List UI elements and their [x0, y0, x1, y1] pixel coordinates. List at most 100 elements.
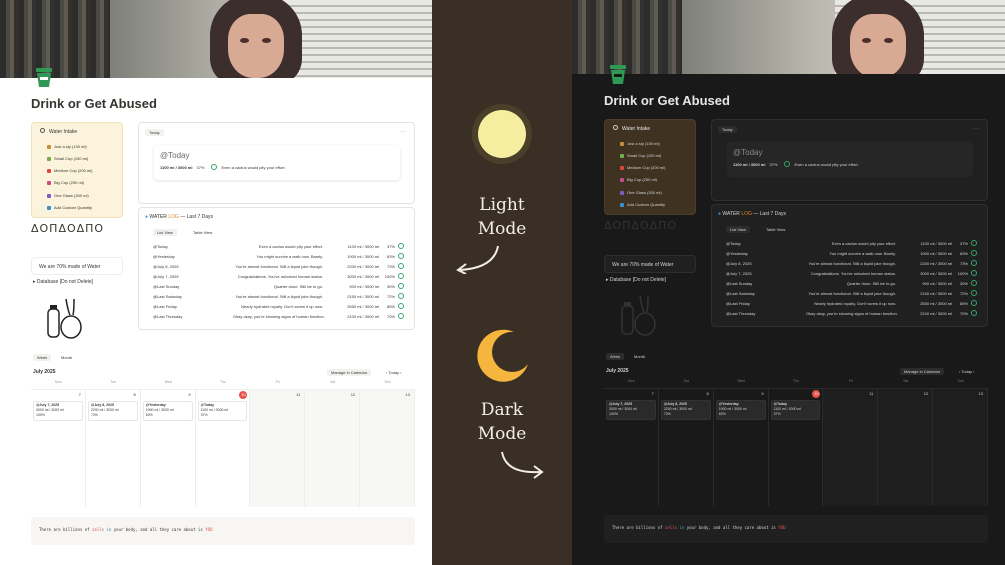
eye-icon	[240, 38, 249, 43]
water-drop-icon: ●	[145, 214, 149, 220]
tab-table-view[interactable]: Table View	[193, 230, 212, 235]
day-cell[interactable]: 9 @Yesterday 1900 ml / 3000 ml 63%	[713, 388, 769, 506]
intake-button-glass[interactable]: One Glass (300 ml)	[47, 193, 89, 198]
intake-button-small[interactable]: Small Cup (150 ml)	[620, 153, 661, 158]
intake-button-small[interactable]: Small Cup (150 ml)	[47, 156, 88, 161]
list-item[interactable]: @Last Sunday Quarter done. Still far to g…	[726, 278, 977, 288]
calendar-event[interactable]: @July 8, 2025 2200 ml / 3000 ml 73%	[87, 401, 138, 421]
doodle-border: ΔΟΠΔΟΔΠΟ	[31, 222, 105, 235]
dark-mode-label: Dark Mode	[477, 400, 527, 444]
today-entry[interactable]: @Today 1100 ml / 3000 ml 37% Even a cact…	[727, 142, 973, 177]
quote-block: There are billions of cells in your body…	[604, 515, 988, 543]
day-cell[interactable]: 9 @Yesterday 1900 ml / 3000 ml 63%	[140, 389, 196, 507]
list-item[interactable]: @Last Thursday Okay okay, you're showing …	[153, 311, 404, 321]
water-cup-icon[interactable]	[34, 66, 54, 88]
calendar-month: July 2025	[606, 368, 629, 374]
day-cell[interactable]: 13	[933, 388, 988, 506]
moon-icon	[477, 329, 528, 382]
progress-ring-icon	[971, 260, 977, 266]
water-intake-title: Water Intake	[613, 125, 650, 132]
intake-button-custom[interactable]: Add Custom Quantity	[47, 205, 92, 210]
calendar-event[interactable]: @July 7, 2025 3000 ml / 3000 ml 100%	[606, 400, 656, 420]
day-cell[interactable]: 12	[878, 388, 934, 506]
weekday-header: Mon Tue Wed Thu Fri Sat Sun	[628, 379, 964, 383]
day-cell[interactable]: 8 @July 8, 2025 2200 ml / 3000 ml 73%	[658, 388, 714, 506]
today-chip[interactable]: Today	[145, 129, 164, 136]
anime-girl-face	[850, 14, 906, 74]
calendar-event[interactable]: @Today 1100 ml / 3000 ml 37%	[770, 400, 821, 420]
tab-list-view[interactable]: List View	[726, 226, 750, 233]
calendar-nav[interactable]: ‹ Today ›	[959, 369, 975, 374]
intake-button-glass[interactable]: One Glass (300 ml)	[620, 190, 662, 195]
today-chip[interactable]: Today	[718, 126, 737, 133]
progress-ring-icon	[398, 313, 404, 319]
tab-list-view[interactable]: List View	[153, 229, 177, 236]
day-cell[interactable]: 12	[305, 389, 361, 507]
more-icon[interactable]: ···	[400, 129, 406, 135]
manage-calendar-button[interactable]: Manage in Calendar	[900, 368, 945, 375]
calendar-event[interactable]: @July 8, 2025 2200 ml / 3000 ml 73%	[660, 400, 711, 420]
eye-icon	[862, 38, 871, 43]
water-drop-icon: ●	[718, 211, 722, 217]
progress-ring-icon	[398, 293, 404, 299]
today-message: Even a cactus would pity your effort.	[794, 161, 859, 167]
water-intake-title: Water Intake	[40, 128, 77, 135]
calendar-view: Week Month July 2025 Manage in Calendar …	[31, 354, 415, 507]
intake-button-sip[interactable]: Just a sip (100 ml)	[47, 144, 87, 149]
list-item[interactable]: @Yesterday You might survive a walk now. …	[726, 248, 977, 258]
calendar-event[interactable]: @Yesterday 1900 ml / 3000 ml 63%	[715, 400, 766, 420]
intake-button-custom[interactable]: Add Custom Quantity	[620, 202, 665, 207]
calendar-event[interactable]: @Today 1100 ml / 3000 ml 37%	[197, 401, 248, 421]
day-cell[interactable]: 7 @July 7, 2025 3000 ml / 3000 ml 100%	[604, 388, 659, 506]
day-cell[interactable]: 11	[823, 388, 879, 506]
day-cell[interactable]: 10 @Today 1100 ml / 3000 ml 37%	[195, 389, 251, 507]
tab-week[interactable]: Week	[33, 354, 52, 361]
cup-icon	[47, 144, 51, 149]
intake-button-medium[interactable]: Medium Cup (200 ml)	[620, 165, 665, 170]
list-item[interactable]: @July 8, 2025 You're almost functional. S…	[153, 261, 404, 271]
intake-button-big[interactable]: Big Cup (250 ml)	[620, 177, 657, 182]
progress-ring-icon	[971, 270, 977, 276]
intake-button-sip[interactable]: Just a sip (100 ml)	[620, 141, 660, 146]
tab-month[interactable]: Month	[61, 355, 72, 360]
eye-icon	[262, 38, 271, 43]
water-log-card: ● WATER LOG — Last 7 Days List View Tabl…	[138, 207, 415, 330]
calendar-event[interactable]: @Yesterday 1900 ml / 3000 ml 63%	[142, 401, 193, 421]
list-item[interactable]: @Last Sunday Quarter done. Still far to g…	[153, 281, 404, 291]
list-item[interactable]: @July 7, 2025 Congratulations. You've unl…	[153, 271, 404, 281]
intake-button-big[interactable]: Big Cup (250 ml)	[47, 180, 84, 185]
list-item[interactable]: @July 8, 2025 You're almost functional. S…	[726, 258, 977, 268]
list-item[interactable]: @Last Friday Nearly hydrated royalty. Don…	[153, 301, 404, 311]
list-item[interactable]: @Today Even a cactus would pity your effo…	[726, 238, 977, 248]
tab-week[interactable]: Week	[606, 353, 625, 360]
day-cell[interactable]: 8 @July 8, 2025 2200 ml / 3000 ml 73%	[85, 389, 141, 507]
more-icon[interactable]: ···	[973, 126, 979, 132]
tab-table-view[interactable]: Table View	[766, 227, 785, 232]
page-title: Drink or Get Abused	[31, 96, 157, 111]
water-log-title: ● WATER LOG — Last 7 Days	[718, 211, 787, 217]
arrow-left-icon	[456, 245, 499, 274]
day-cell[interactable]: 13	[360, 389, 415, 507]
list-item[interactable]: @July 7, 2025 Congratulations. You've unl…	[726, 268, 977, 278]
database-toggle[interactable]: ▸ Database [Do not Delete]	[33, 279, 93, 285]
calendar-nav[interactable]: ‹ Today ›	[386, 370, 402, 375]
water-cup-icon[interactable]	[608, 63, 628, 85]
cup-icon	[47, 156, 51, 161]
calendar-event[interactable]: @July 7, 2025 3000 ml / 3000 ml 100%	[33, 401, 83, 421]
list-item[interactable]: @Last Thursday Okay okay, you're showing …	[726, 308, 977, 318]
cup-icon	[620, 165, 624, 170]
today-entry[interactable]: @Today 1100 ml / 3000 ml 37% Even a cact…	[154, 145, 400, 180]
list-item[interactable]: @Today Even a cactus would pity your effo…	[153, 241, 404, 251]
calendar-month: July 2025	[33, 369, 56, 375]
list-item[interactable]: @Yesterday You might survive a walk now. …	[153, 251, 404, 261]
database-toggle[interactable]: ▸ Database [Do not Delete]	[606, 277, 666, 283]
day-cell[interactable]: 11	[250, 389, 306, 507]
day-cell[interactable]: 10 @Today 1100 ml / 3000 ml 37%	[768, 388, 824, 506]
list-item[interactable]: @Last Saturday You're almost functional. …	[153, 291, 404, 301]
manage-calendar-button[interactable]: Manage in Calendar	[327, 369, 372, 376]
list-item[interactable]: @Last Friday Nearly hydrated royalty. Don…	[726, 298, 977, 308]
day-cell[interactable]: 7 @July 7, 2025 3000 ml / 3000 ml 100%	[31, 389, 86, 507]
list-item[interactable]: @Last Saturday You're almost functional. …	[726, 288, 977, 298]
tab-month[interactable]: Month	[634, 354, 645, 359]
intake-button-medium[interactable]: Medium Cup (200 ml)	[47, 168, 92, 173]
